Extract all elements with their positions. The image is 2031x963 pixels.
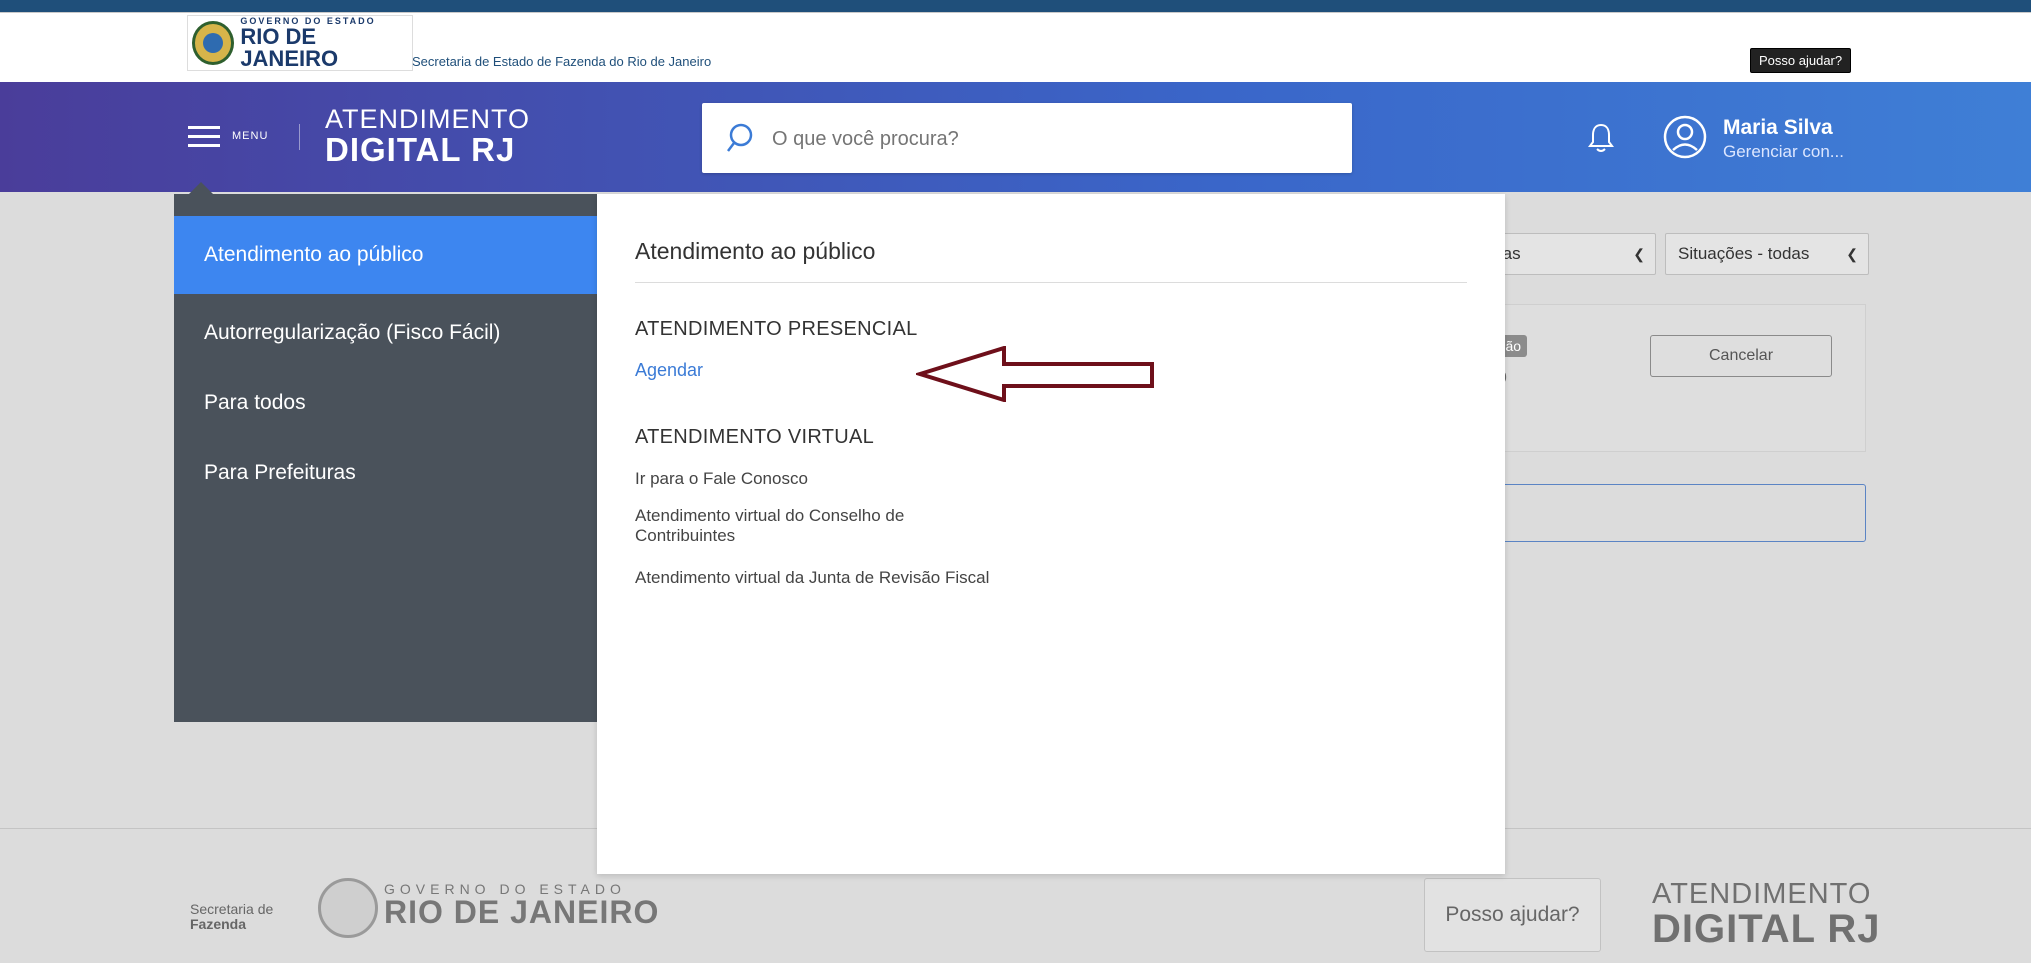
- junta-revisao-fiscal-link[interactable]: Atendimento virtual da Junta de Revisão …: [635, 568, 995, 588]
- footer-sec-line1: Secretaria de: [190, 901, 274, 917]
- background-input[interactable]: [1466, 484, 1866, 542]
- top-strip: [0, 0, 2031, 12]
- footer-sec-line2: Fazenda: [190, 916, 247, 933]
- brand-bottom: DIGITAL RJ: [325, 131, 516, 168]
- help-button-top[interactable]: Posso ajudar?: [1750, 48, 1852, 73]
- panel-divider: [635, 282, 1467, 283]
- help-button-footer[interactable]: Posso ajudar?: [1424, 878, 1601, 952]
- footer-gov-logo: GOVERNO DO ESTADO RIO DE JANEIRO: [384, 882, 659, 928]
- panel-title: Atendimento ao público: [635, 238, 876, 264]
- user-avatar-icon[interactable]: [1663, 115, 1707, 159]
- search-box[interactable]: [702, 103, 1352, 175]
- app-header: MENU ATENDIMENTO DIGITAL RJ Maria Silva …: [0, 82, 2031, 192]
- user-name[interactable]: Maria Silva: [1723, 116, 1833, 140]
- section-presencial-heading: ATENDIMENTO PRESENCIAL: [635, 318, 918, 340]
- search-icon: [727, 123, 753, 152]
- chevron-down-icon: ❮: [1633, 246, 1645, 262]
- footer-gov-big: RIO DE JANEIRO: [384, 894, 660, 930]
- footer-secretaria: Secretaria de Fazenda: [190, 901, 274, 933]
- menu-item-para-prefeituras[interactable]: Para Prefeituras: [174, 434, 597, 512]
- brand-logo[interactable]: ATENDIMENTO DIGITAL RJ: [325, 104, 531, 168]
- menu-label[interactable]: MENU: [232, 130, 268, 142]
- footer-seal-icon: [318, 878, 378, 938]
- government-bar: GOVERNO DO ESTADO RIO DE JANEIRO Secreta…: [0, 12, 2031, 83]
- appointment-card: [1466, 304, 1866, 452]
- menu-item-atendimento-publico[interactable]: Atendimento ao público: [174, 216, 597, 294]
- gov-logo[interactable]: GOVERNO DO ESTADO RIO DE JANEIRO: [187, 15, 413, 71]
- cancel-button[interactable]: Cancelar: [1650, 335, 1832, 377]
- gov-logo-big: RIO DE JANEIRO: [240, 23, 339, 71]
- header-divider: [299, 124, 300, 150]
- secretaria-link[interactable]: Secretaria de Estado de Fazenda do Rio d…: [412, 54, 711, 69]
- annotation-arrow-icon: [916, 346, 1154, 402]
- filter-select-situacoes[interactable]: Situações - todas ❮: [1665, 233, 1869, 275]
- footer-brand-top: ATENDIMENTO: [1652, 878, 1872, 910]
- filter-select-situacoes-value: Situações - todas: [1678, 244, 1810, 263]
- coat-of-arms-icon: [192, 21, 235, 65]
- conselho-contribuintes-link[interactable]: Atendimento virtual do Conselho de Contr…: [635, 506, 995, 545]
- section-virtual-heading: ATENDIMENTO VIRTUAL: [635, 426, 875, 448]
- hamburger-menu-icon[interactable]: [188, 126, 220, 150]
- search-input[interactable]: [770, 103, 1334, 175]
- menu-item-para-todos[interactable]: Para todos: [174, 364, 597, 442]
- chevron-down-icon: ❮: [1846, 246, 1858, 262]
- notifications-bell-icon[interactable]: [1586, 122, 1616, 154]
- footer-brand-logo: ATENDIMENTO DIGITAL RJ: [1652, 878, 1881, 951]
- submenu-panel: Atendimento ao público ATENDIMENTO PRESE…: [597, 194, 1505, 874]
- footer-brand-bottom: DIGITAL RJ: [1652, 907, 1881, 951]
- manage-account-link[interactable]: Gerenciar con...: [1723, 142, 1844, 162]
- side-menu: Atendimento ao público Autorregularizaçã…: [174, 194, 597, 722]
- brand-top: ATENDIMENTO: [325, 104, 531, 134]
- agendar-link[interactable]: Agendar: [635, 360, 703, 381]
- fale-conosco-link[interactable]: Ir para o Fale Conosco: [635, 469, 995, 489]
- menu-item-autorregularizacao[interactable]: Autorregularização (Fisco Fácil): [174, 294, 597, 372]
